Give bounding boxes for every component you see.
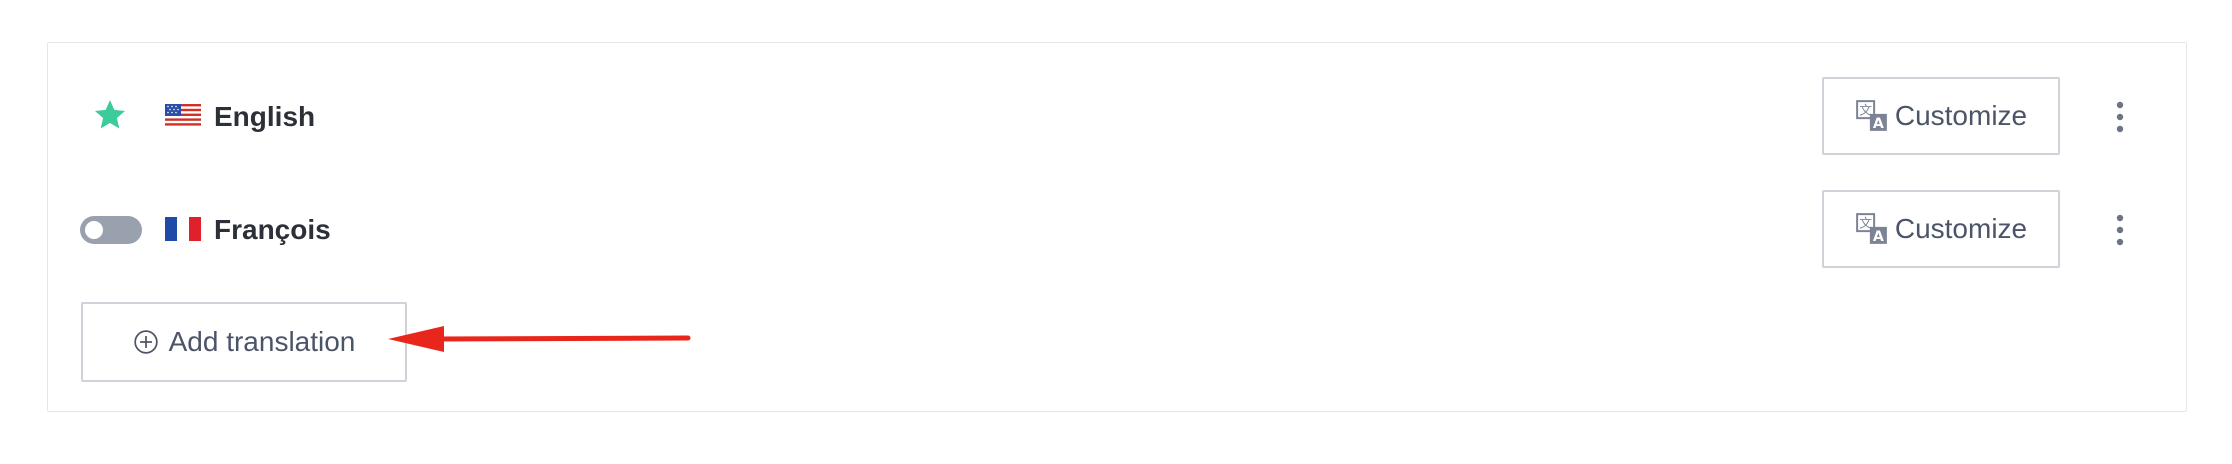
svg-text:A: A bbox=[1873, 229, 1884, 245]
us-flag-icon bbox=[165, 104, 201, 128]
language-name: François bbox=[214, 214, 331, 245]
fr-flag-icon bbox=[165, 217, 201, 241]
customize-label: Customize bbox=[1894, 213, 2028, 244]
customize-label: Customize bbox=[1894, 100, 2028, 131]
language-row-francais: François 文 A Customize bbox=[48, 190, 2186, 270]
star-icon bbox=[95, 100, 125, 129]
toggle-knob bbox=[85, 221, 103, 239]
add-translation-label: Add translation bbox=[168, 326, 356, 357]
translations-panel: English 文 A Customize François 文 A Custo… bbox=[47, 42, 2187, 412]
customize-button[interactable]: 文 A Customize bbox=[1822, 190, 2060, 268]
add-translation-button[interactable]: Add translation bbox=[81, 302, 407, 382]
translate-icon: 文 A bbox=[1855, 100, 1887, 132]
svg-text:A: A bbox=[1873, 116, 1884, 132]
annotation-arrow-icon bbox=[388, 326, 691, 352]
plus-circle-icon bbox=[133, 330, 158, 354]
language-enable-toggle[interactable] bbox=[80, 216, 142, 244]
language-name: English bbox=[214, 101, 316, 132]
language-row-english: English 文 A Customize bbox=[48, 77, 2186, 157]
customize-button[interactable]: 文 A Customize bbox=[1822, 77, 2060, 155]
kebab-menu-icon[interactable] bbox=[2108, 212, 2132, 248]
kebab-menu-icon[interactable] bbox=[2108, 99, 2132, 135]
translate-icon: 文 A bbox=[1855, 213, 1887, 245]
